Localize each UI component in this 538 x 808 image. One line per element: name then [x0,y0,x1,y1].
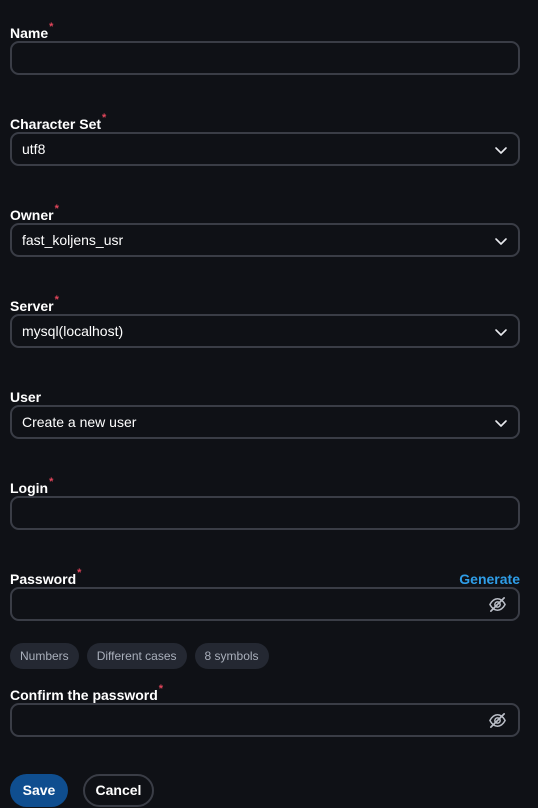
owner-label: Owner* [10,203,59,223]
server-select[interactable]: mysql(localhost) [10,314,520,348]
owner-field-group: Owner* fast_koljens_usr [10,203,520,257]
login-label: Login* [10,476,54,496]
password-requirements: Numbers Different cases 8 symbols [10,643,269,669]
name-label: Name* [10,21,54,41]
user-field-group: User Create a new user [10,388,520,439]
charset-select[interactable]: utf8 [10,132,520,166]
server-select-value: mysql(localhost) [22,323,124,339]
user-label: User [10,389,42,405]
generate-password-link[interactable]: Generate [459,570,520,588]
required-marker: * [77,567,82,579]
hint-8-symbols: 8 symbols [194,643,269,669]
password-input[interactable] [10,587,520,621]
user-select[interactable]: Create a new user [10,405,520,439]
login-input[interactable] [10,496,520,530]
cancel-button[interactable]: Cancel [83,774,154,807]
required-marker: * [102,112,107,124]
name-input[interactable] [10,41,520,75]
charset-label: Character Set* [10,112,107,132]
required-marker: * [158,683,164,695]
required-marker: * [49,21,54,33]
save-button[interactable]: Save [10,774,68,807]
owner-select-value: fast_koljens_usr [22,232,124,248]
chevron-down-icon [495,147,507,154]
login-field-group: Login* [10,476,520,530]
confirm-password-field-group: Confirm the password* [10,683,520,737]
eye-off-icon[interactable] [488,595,507,614]
confirm-password-input[interactable] [10,703,520,737]
hint-numbers: Numbers [10,643,79,669]
password-label: Password* [10,567,82,587]
charset-field-group: Character Set* utf8 [10,112,520,166]
password-field-group: Password* Generate [10,567,520,621]
eye-off-icon[interactable] [488,711,507,730]
required-marker: * [54,203,59,215]
confirm-password-label: Confirm the password* [10,683,164,703]
chevron-down-icon [495,238,507,245]
charset-select-value: utf8 [22,141,46,157]
required-marker: * [49,476,54,488]
server-field-group: Server* mysql(localhost) [10,294,520,348]
name-field-group: Name* [10,21,520,75]
hint-different-cases: Different cases [86,643,187,669]
owner-select[interactable]: fast_koljens_usr [10,223,520,257]
required-marker: * [54,294,59,306]
form-actions: Save Cancel [10,774,154,807]
server-label: Server* [10,294,59,314]
user-select-value: Create a new user [22,414,137,430]
chevron-down-icon [495,329,507,336]
chevron-down-icon [495,420,507,427]
